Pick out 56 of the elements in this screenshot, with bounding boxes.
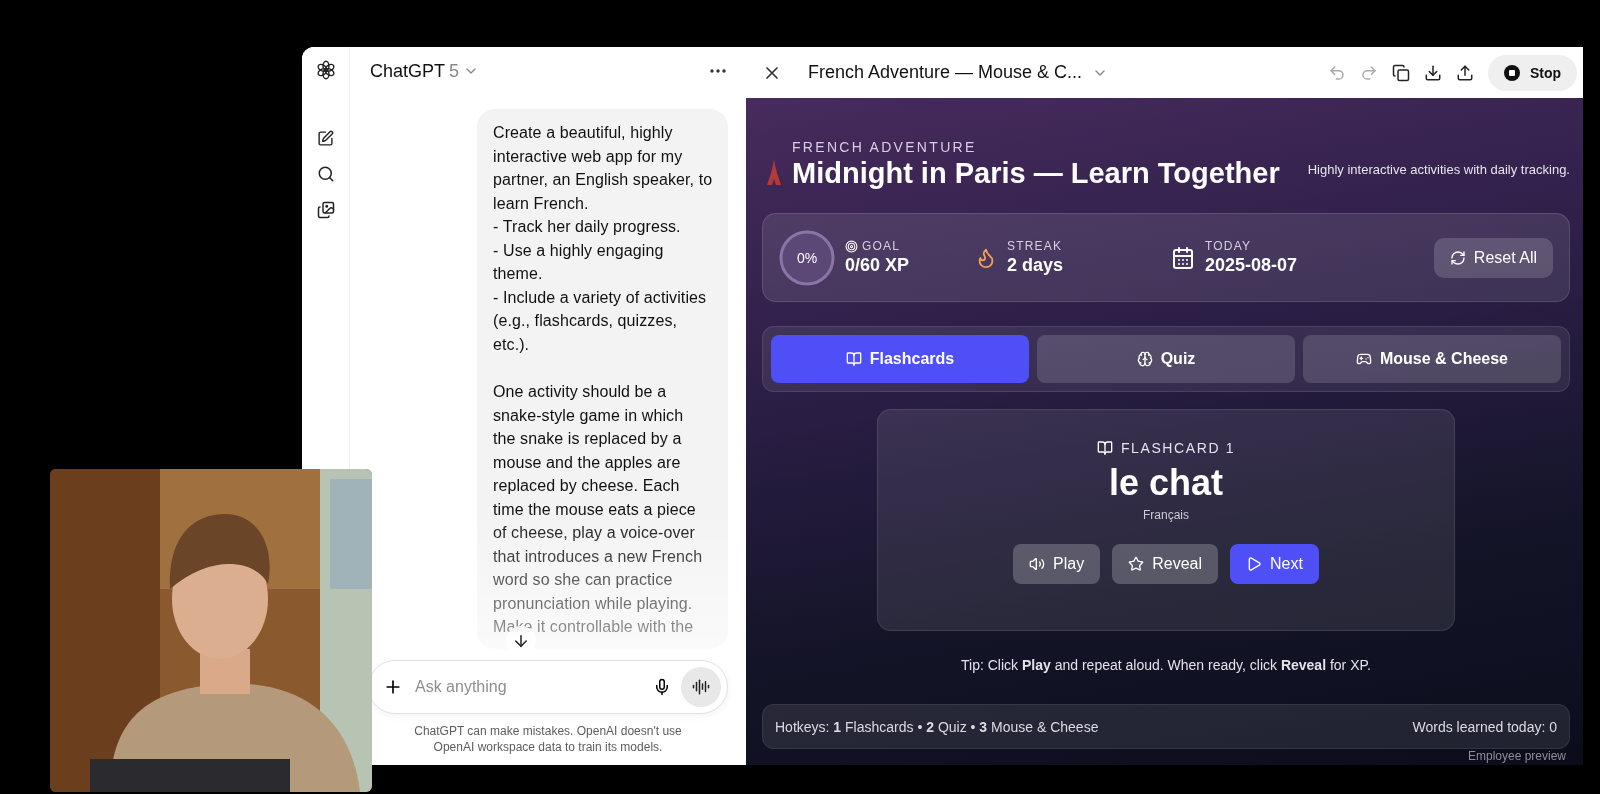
ellipsis-icon: [710, 69, 726, 73]
preview-note: Employee preview: [1467, 749, 1566, 763]
app-title: Midnight in Paris — Learn Together: [792, 156, 1281, 191]
voice-button[interactable]: [681, 667, 721, 707]
book-icon: [1096, 440, 1113, 456]
stat-label: STREAK: [1007, 239, 1064, 253]
stat-label: TODAY: [1205, 239, 1253, 253]
progress-ring: [779, 229, 835, 286]
model-selector[interactable]: ChatGPT 5: [370, 60, 480, 82]
canvas-title[interactable]: French Adventure — Mouse & C...: [790, 62, 1320, 83]
refresh-icon: [1449, 249, 1466, 266]
images-icon[interactable]: [316, 201, 335, 219]
copy-icon[interactable]: [1391, 63, 1410, 82]
activity-tab[interactable]: Flashcards: [771, 335, 1029, 383]
audio-lines-icon: [692, 678, 710, 696]
brain-icon: [1136, 351, 1153, 367]
activity-tab[interactable]: Mouse & Cheese: [1303, 335, 1561, 383]
download-icon[interactable]: [1423, 63, 1442, 82]
stat-label: GOAL: [862, 239, 901, 253]
message-text: One activity should be a snake-style game in which the snake is replaced by a mouse and the apples are replaced by cheese. Each time the mouse eats a piece of cheese, play a voice-over that introduces a new French word so she can practice pronunciation while playing. Make it controllable with the: [493, 382, 704, 637]
next-button[interactable]: Next: [1230, 544, 1319, 584]
speaker-icon: [1029, 556, 1046, 572]
reset-button[interactable]: Reset All: [1433, 237, 1553, 278]
more-button[interactable]: [710, 69, 726, 73]
language-label: Français: [1143, 508, 1189, 522]
arrow-down-icon: [512, 632, 530, 650]
stat-value: 2 days: [1007, 255, 1064, 276]
app-eyebrow: FRENCH ADVENTURE: [792, 139, 978, 155]
stat-value: 0/60 XP: [845, 255, 910, 276]
search-icon[interactable]: [316, 165, 335, 183]
activity-tab[interactable]: Quiz: [1037, 335, 1295, 383]
message-field[interactable]: Ask anything: [413, 677, 643, 697]
logo-icon[interactable]: [314, 59, 337, 81]
progress-text: 0%: [796, 249, 818, 266]
tip-text: Tip: Click Play and repeat aloud. When ready, click Reveal for XP.: [960, 657, 1372, 673]
play-button[interactable]: Play: [1013, 544, 1101, 584]
disclaimer-text: ChatGPT can make mistakes. OpenAI doesn't use OpenAI workspace data to train its models.: [413, 723, 683, 756]
microphone-icon[interactable]: [653, 678, 671, 696]
share-icon[interactable]: [1455, 63, 1474, 82]
star-icon: [1128, 556, 1145, 572]
calendar-icon: [1171, 245, 1195, 270]
flashcard-heading: FLASHCARD 1: [1120, 440, 1236, 456]
gamepad-icon: [1355, 351, 1372, 367]
hotkeys-text: Hotkeys: 1 Flashcards • 2 Quiz • 3 Mouse & Cheese: [775, 718, 1099, 735]
stat-value: 2025-08-07: [1205, 255, 1298, 276]
book-icon: [845, 351, 862, 367]
message-text: Create a beautiful, highly interactive web app for my partner, an English speaker, to learn French. - Track her daily progress. - Use a highly engaging theme. - Include a variety of activities (e.g., flashcards, quizzes, etc.).: [493, 123, 714, 355]
play-icon: [1246, 556, 1262, 572]
flashcard-word: le chat: [1108, 462, 1223, 504]
tower-icon: [766, 159, 782, 185]
new-chat-icon[interactable]: [317, 129, 334, 147]
app-tagline: Highly interactive activities with daily tracking.: [1307, 162, 1570, 179]
target-icon: [845, 239, 858, 253]
reveal-button[interactable]: Reveal: [1112, 544, 1218, 584]
words-learned-text: Words learned today: 0: [1412, 718, 1557, 735]
stop-button[interactable]: Stop: [1487, 54, 1577, 91]
